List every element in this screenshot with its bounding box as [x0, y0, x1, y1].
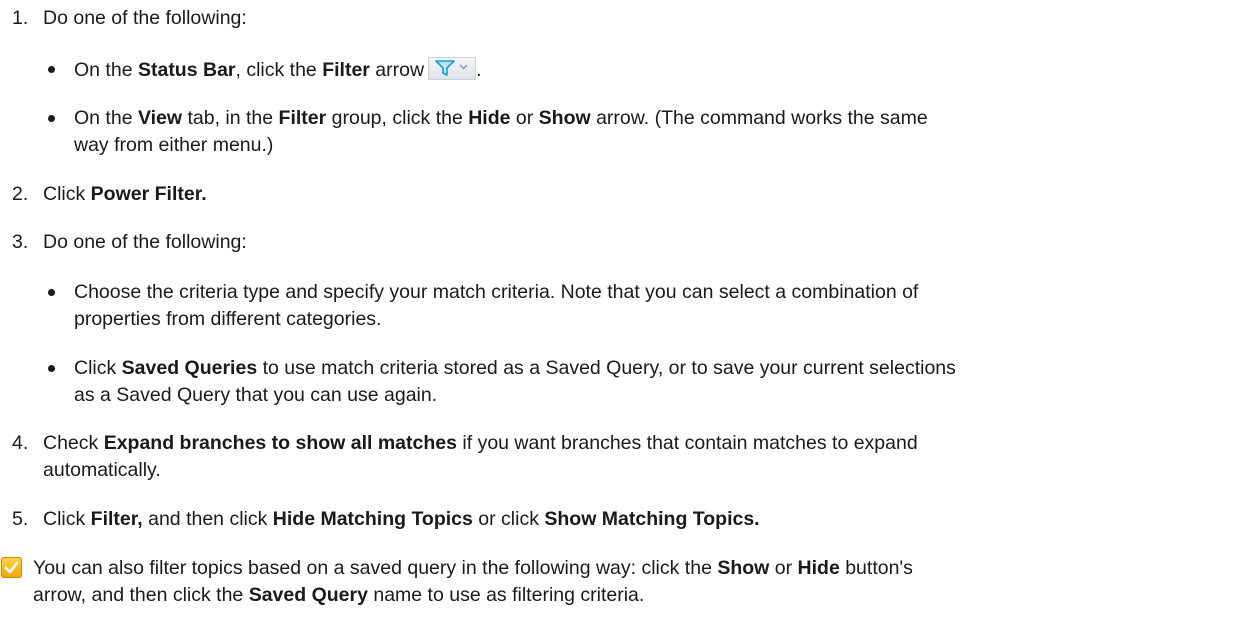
step-text: Click Power Filter.	[43, 183, 207, 205]
tip-text: arrow, and then click the Saved Query na…	[33, 584, 645, 606]
step-text: Do one of the following:	[43, 231, 247, 253]
bullet-icon	[48, 289, 55, 296]
step-number: 5.	[12, 508, 29, 530]
bullet-icon	[48, 66, 55, 73]
step-number: 1.	[12, 7, 29, 29]
bullet-text: way from either menu.)	[74, 134, 274, 156]
step-number: 3.	[12, 231, 29, 253]
step-number: 2.	[12, 183, 29, 205]
bullet-text: as a Saved Query that you can use again.	[74, 384, 438, 406]
bullet-icon	[48, 365, 55, 372]
bullet-text: On the View tab, in the Filter group, cl…	[74, 107, 928, 129]
step-number: 4.	[12, 432, 29, 454]
bullet-text: Click Saved Queries to use match criteri…	[74, 357, 956, 379]
tip-text: You can also filter topics based on a sa…	[33, 557, 913, 579]
step-text: Check Expand branches to show all matche…	[43, 432, 918, 454]
step-text: automatically.	[43, 459, 161, 481]
checkmark-tip-icon	[1, 557, 22, 578]
step-text: Do one of the following:	[43, 7, 247, 29]
chevron-down-icon	[459, 64, 468, 70]
bullet-text: Choose the criteria type and specify you…	[74, 281, 919, 303]
bullet-text: properties from different categories.	[74, 308, 382, 330]
step-text: Click Filter, and then click Hide Matchi…	[43, 508, 760, 530]
filter-funnel-icon	[428, 57, 477, 80]
bullet-text: On the Status Bar, click the Filter arro…	[74, 57, 482, 81]
bullet-icon	[48, 115, 55, 122]
